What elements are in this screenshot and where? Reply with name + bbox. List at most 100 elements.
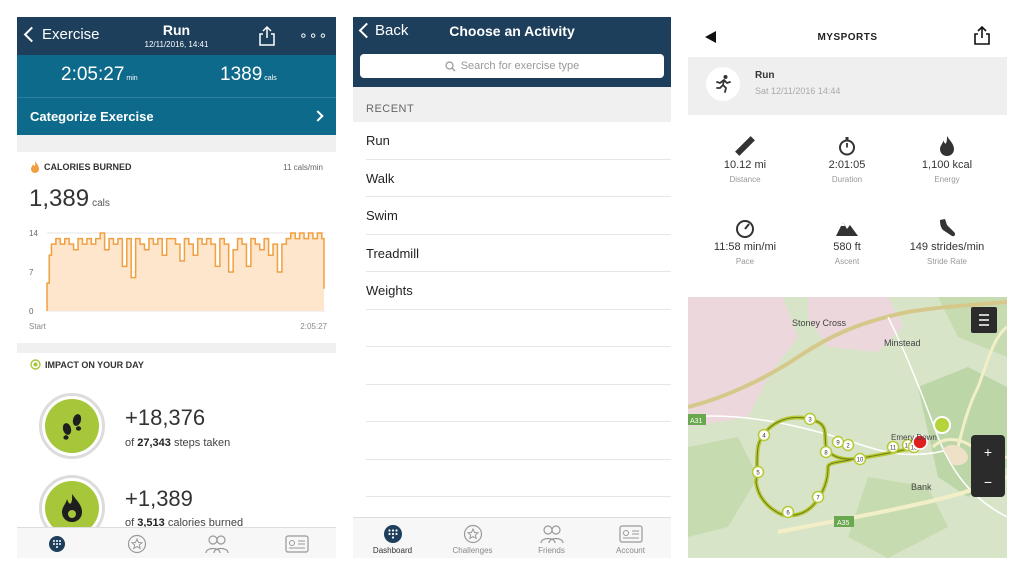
tab-label: Friends <box>538 546 565 555</box>
list-item-swim[interactable]: Swim <box>366 197 671 235</box>
nav-bar: Exercise Run 12/11/2016, 14:41 ∘∘∘ <box>17 17 336 55</box>
flame-icon <box>31 161 39 173</box>
zoom-out-button[interactable]: − <box>984 474 992 490</box>
summary-stats: 2:05:27 min 1389 cals <box>17 55 336 97</box>
tab-challenges[interactable]: Challenges <box>433 522 512 555</box>
tab-label: Challenges <box>452 546 493 555</box>
flame-icon <box>62 494 82 522</box>
tab-account[interactable] <box>257 532 336 556</box>
header-bar: MYSPORTS <box>688 17 1007 57</box>
route-map[interactable]: 2345678910111213 A31 A35 Stoney Cross Mi… <box>688 297 1007 558</box>
tab-label: Dashboard <box>372 546 413 555</box>
search-input[interactable]: Search for exercise type <box>360 54 664 78</box>
footprints-icon <box>62 414 82 440</box>
friends-icon <box>539 525 564 544</box>
target-icon <box>30 359 41 370</box>
calories-chart: 14 7 0 Start 2:05:27 <box>29 229 328 331</box>
fitbit-run-screen: Exercise Run 12/11/2016, 14:41 ∘∘∘ 2:05:… <box>17 17 336 558</box>
search-placeholder: Search for exercise type <box>460 60 580 72</box>
stopwatch-icon <box>839 137 855 156</box>
list-item-run[interactable]: Run <box>366 122 671 160</box>
list-item-weights[interactable]: Weights <box>366 272 671 310</box>
challenges-icon <box>463 524 482 544</box>
empty-row <box>366 310 671 347</box>
x-tick-label: 2:05:27 <box>300 322 327 331</box>
metric-stride-rate: 149 strides/min Stride Rate <box>894 217 1000 266</box>
flame-icon <box>940 136 954 156</box>
dashboard-icon <box>383 525 402 543</box>
y-tick-label: 0 <box>29 307 34 316</box>
more-options-icon[interactable]: ∘∘∘ <box>299 27 328 44</box>
steps-impact-value: +18,376 <box>125 405 206 430</box>
activity-name: Run <box>755 70 775 81</box>
empty-row <box>366 422 671 460</box>
account-icon <box>284 535 309 553</box>
empty-row <box>366 347 671 385</box>
tab-dashboard[interactable] <box>17 532 96 556</box>
recent-section-header: RECENT <box>353 87 671 122</box>
categorize-exercise-row[interactable]: Categorize Exercise <box>17 97 336 135</box>
place-label: Bank <box>911 482 932 492</box>
activity-summary: Run Sat 12/11/2016 14:44 <box>688 57 1007 115</box>
dashboard-icon <box>48 536 65 552</box>
calories-total: 1,389 cals <box>29 185 110 212</box>
place-label: Emery Down <box>891 433 937 442</box>
shoe-icon <box>940 219 956 237</box>
search-icon <box>445 60 456 71</box>
route-marker-label: 10 <box>857 458 864 464</box>
road-label-a31: A31 <box>690 418 703 425</box>
calories-burned-header: CALORIES BURNED <box>30 161 132 173</box>
mysports-screen: MYSPORTS Run Sat 12/11/2016 14:44 10.12 … <box>688 17 1007 558</box>
tab-account[interactable]: Account <box>591 522 670 555</box>
tab-bar <box>17 527 336 558</box>
friends-icon <box>204 535 229 554</box>
list-item-walk[interactable]: Walk <box>366 160 671 197</box>
choose-activity-screen: Back Choose an Activity Search for exerc… <box>353 17 671 558</box>
calories-stat: 1389 cals <box>220 64 277 85</box>
calories-impact-value: +1,389 <box>125 486 193 511</box>
zoom-in-button[interactable]: + <box>984 444 992 460</box>
start-marker <box>933 416 951 434</box>
tab-challenges[interactable] <box>97 532 176 556</box>
steps-impact-detail: of 27,343 steps taken <box>125 437 231 449</box>
nav-bar: Back Choose an Activity <box>353 17 671 47</box>
steps-ring <box>39 393 105 459</box>
metrics-grid: 10.12 mi Distance 2:01:05 Duration 1,100… <box>688 115 1007 295</box>
page-title: Choose an Activity <box>449 23 575 39</box>
tab-label: Account <box>616 546 645 555</box>
divider <box>17 343 336 353</box>
account-icon <box>618 525 643 543</box>
place-label: Minstead <box>884 338 921 348</box>
divider <box>17 135 336 152</box>
impact-header: IMPACT ON YOUR DAY <box>30 359 144 370</box>
mountain-icon <box>836 222 858 236</box>
duration-stat: 2:05:27 min <box>61 64 138 85</box>
categorize-exercise-label: Categorize Exercise <box>30 109 154 124</box>
metric-distance: 10.12 mi Distance <box>692 135 798 184</box>
y-tick-label: 14 <box>29 229 38 238</box>
metric-energy: 1,100 kcal Energy <box>894 135 1000 184</box>
tab-dashboard[interactable]: Dashboard <box>353 522 432 555</box>
tab-friends[interactable]: Friends <box>512 522 591 555</box>
x-tick-label: Start <box>29 322 47 331</box>
running-person-icon <box>706 67 740 101</box>
page-title: MYSPORTS <box>817 32 878 43</box>
tab-bar: Dashboard Challenges Friends Account <box>353 517 671 558</box>
search-bar-container: Search for exercise type <box>353 47 671 87</box>
metric-ascent: 580 ft Ascent <box>794 217 900 266</box>
metric-pace: 11:58 min/mi Pace <box>692 217 798 266</box>
page-subtitle-datetime: 12/11/2016, 14:41 <box>144 40 209 49</box>
empty-row <box>366 385 671 422</box>
page-title: Run <box>162 22 191 38</box>
ruler-icon <box>735 136 755 156</box>
challenges-icon <box>127 534 146 554</box>
chevron-right-icon <box>312 110 324 122</box>
share-icon[interactable] <box>973 25 991 51</box>
list-item-treadmill[interactable]: Treadmill <box>366 235 671 272</box>
place-label: Stoney Cross <box>792 318 847 328</box>
speedometer-icon <box>736 220 754 238</box>
tab-friends[interactable] <box>177 532 256 556</box>
share-icon[interactable] <box>257 25 277 52</box>
y-tick-label: 7 <box>29 268 34 277</box>
metric-duration: 2:01:05 Duration <box>794 135 900 184</box>
